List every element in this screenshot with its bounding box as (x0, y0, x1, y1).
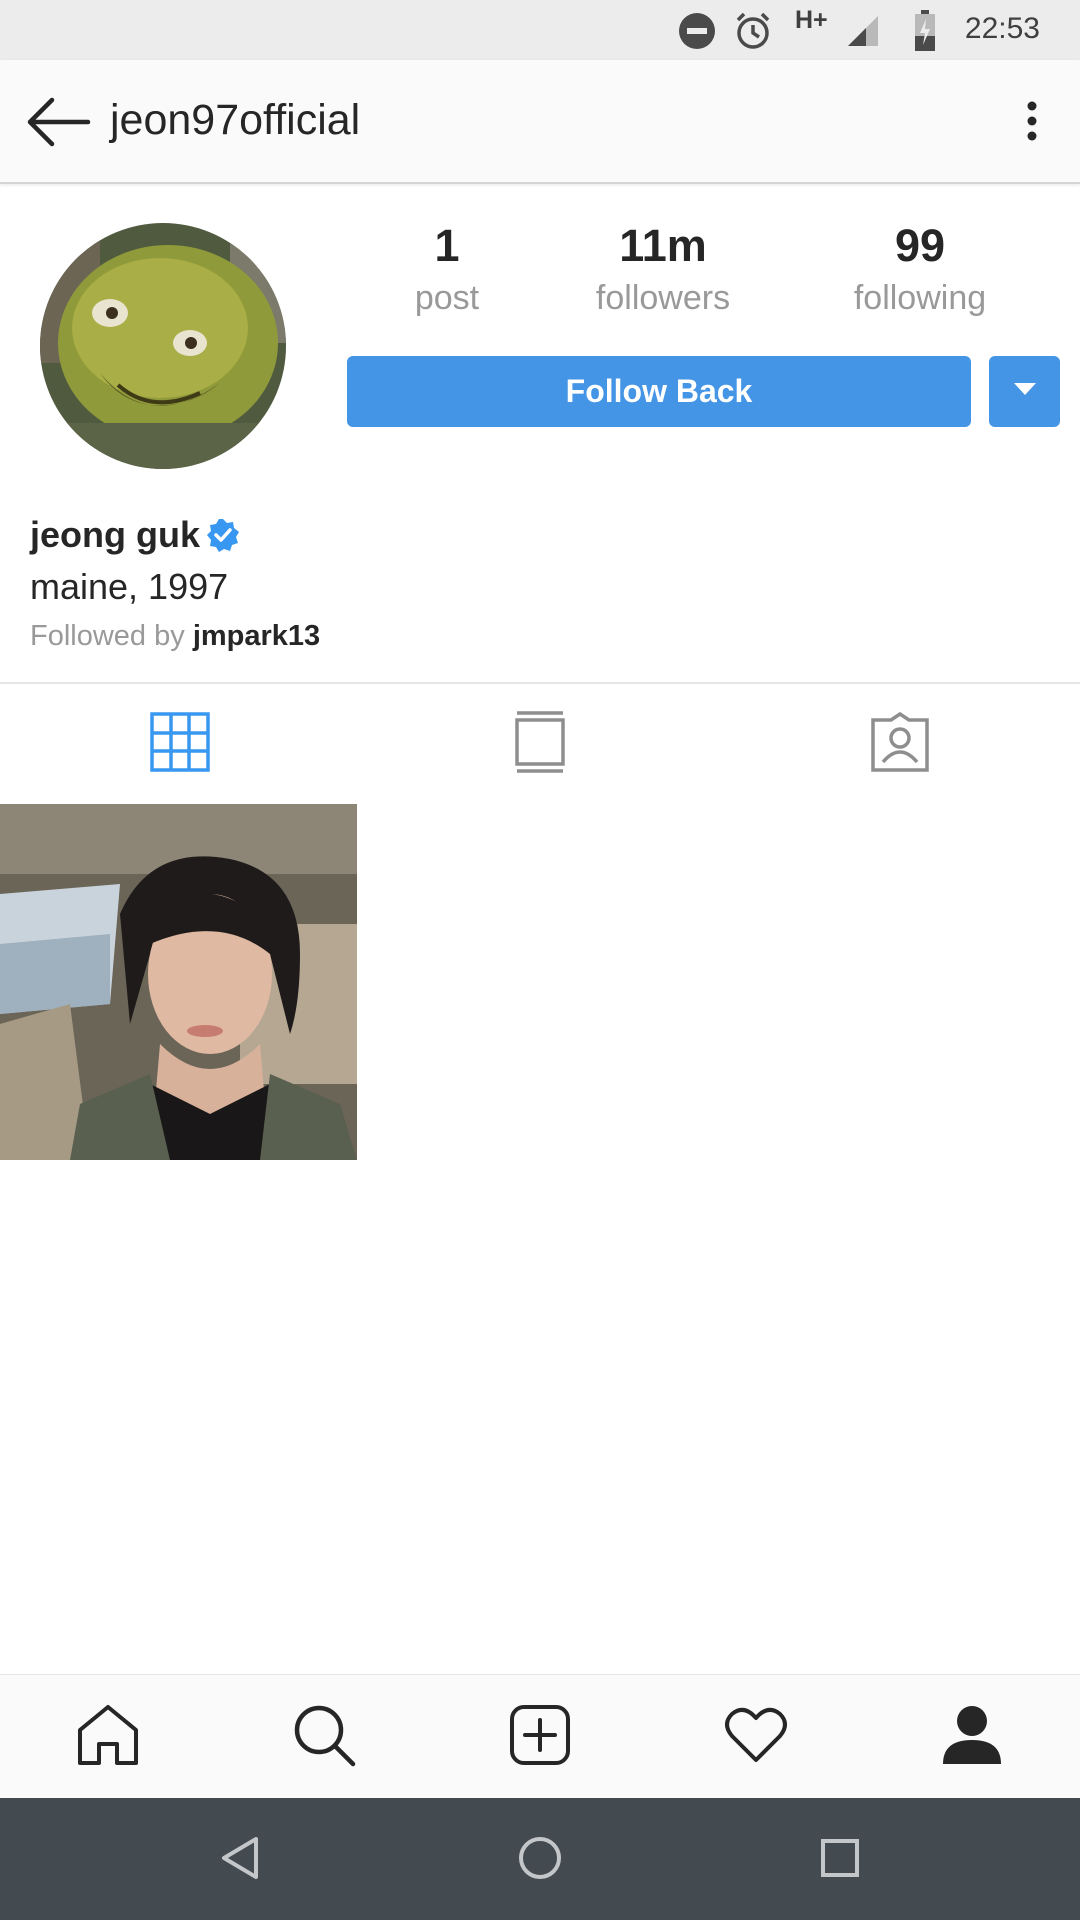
search-icon (292, 1703, 356, 1772)
avatar[interactable] (40, 223, 286, 469)
verified-badge-icon (206, 518, 240, 552)
nav-profile[interactable] (864, 1675, 1080, 1799)
do-not-disturb-icon (678, 12, 716, 55)
recents-square-icon[interactable] (810, 1828, 870, 1888)
grid-icon (150, 711, 210, 777)
tab-tagged[interactable] (720, 684, 1080, 804)
system-nav-bar (0, 1798, 1080, 1920)
profile-bio: maine, 1997 (30, 566, 229, 607)
bottom-nav (0, 1674, 1080, 1798)
battery-charging-icon (914, 10, 936, 57)
nav-add-post[interactable] (432, 1675, 648, 1799)
more-vertical-icon[interactable] (1012, 98, 1052, 148)
chevron-down-icon (1013, 382, 1037, 401)
stat-following-label: following (853, 279, 987, 317)
followed-by-prefix: Followed by (30, 620, 185, 652)
network-type: H+ (795, 6, 828, 34)
signal-icon (846, 14, 880, 53)
home-circle-icon[interactable] (510, 1828, 570, 1888)
stat-posts-value: 1 (434, 220, 460, 271)
tab-feed[interactable] (360, 684, 720, 804)
stat-followers-label: followers (595, 279, 731, 317)
back-triangle-icon[interactable] (210, 1828, 270, 1888)
back-arrow-icon[interactable] (26, 94, 92, 150)
clock: 22:53 (964, 12, 1040, 45)
follow-back-button[interactable]: Follow Back (347, 356, 971, 427)
stat-followers[interactable]: 11m followers (563, 218, 763, 320)
home-icon (77, 1704, 139, 1771)
stat-followers-value: 11m (619, 220, 707, 271)
profile-full-name: jeong guk (30, 514, 240, 556)
followed-by[interactable]: Followed by jmpark13 (30, 620, 320, 653)
app-header: jeon97official (0, 60, 1080, 184)
stat-following-value: 99 (894, 220, 946, 271)
stat-following[interactable]: 99 following (820, 218, 1020, 320)
status-bar: H+ 22:53 (0, 0, 1080, 60)
nav-activity[interactable] (648, 1675, 864, 1799)
post-thumbnail[interactable] (0, 804, 357, 1160)
stat-posts: 1 post (347, 218, 547, 320)
followed-by-user[interactable]: jmpark13 (193, 620, 320, 652)
profile-tabs (0, 682, 1080, 802)
add-post-icon (509, 1704, 571, 1771)
alarm-icon (732, 10, 774, 57)
full-name-text: jeong guk (30, 514, 200, 555)
header-username: jeon97official (110, 96, 361, 144)
profile-icon (941, 1704, 1003, 1771)
stat-posts-label: post (414, 279, 480, 317)
nav-home[interactable] (0, 1675, 216, 1799)
nav-search[interactable] (216, 1675, 432, 1799)
tagged-icon (869, 711, 931, 777)
suggested-accounts-button[interactable] (989, 356, 1060, 427)
heart-icon (724, 1706, 788, 1769)
tab-grid[interactable] (0, 684, 360, 804)
feed-icon (515, 710, 565, 778)
